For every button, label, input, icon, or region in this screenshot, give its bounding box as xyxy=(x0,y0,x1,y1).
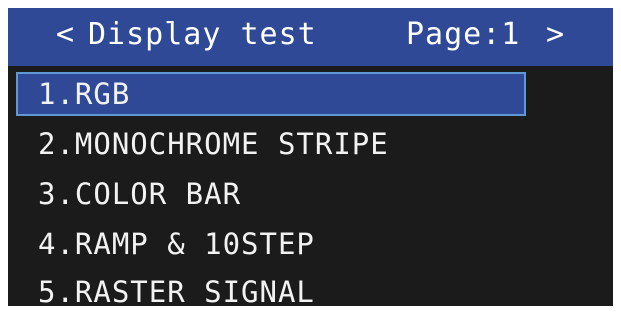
header-bar: < Display test Page:1 > xyxy=(8,8,613,66)
menu-item-ramp-10step[interactable]: 4.RAMP & 10STEP xyxy=(16,222,526,266)
display-screen: < Display test Page:1 > 1.RGB 2.MONOCHRO… xyxy=(8,8,613,306)
menu-item-raster-signal[interactable]: 5.RASTER SIGNAL xyxy=(16,270,526,306)
menu-item-monochrome-stripe[interactable]: 2.MONOCHROME STRIPE xyxy=(16,122,526,166)
page-title: Display test xyxy=(88,17,317,52)
menu-item-rgb[interactable]: 1.RGB xyxy=(16,72,526,116)
menu-item-color-bar[interactable]: 3.COLOR BAR xyxy=(16,172,526,216)
prev-page-arrow[interactable]: < xyxy=(56,17,75,53)
page-indicator: Page:1 xyxy=(406,17,521,52)
next-page-arrow[interactable]: > xyxy=(546,17,565,53)
